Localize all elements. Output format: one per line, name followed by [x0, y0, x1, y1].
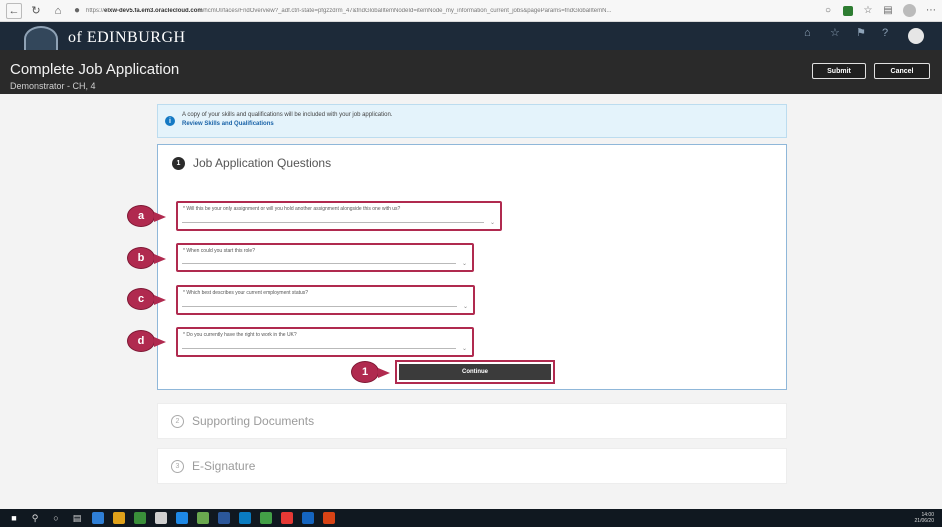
- review-skills-link[interactable]: Review Skills and Qualifications: [182, 121, 786, 127]
- field-label: * Which best describes your current empl…: [183, 290, 309, 296]
- powerpoint-app-icon[interactable]: [323, 512, 335, 524]
- section-title: Job Application Questions: [193, 156, 332, 170]
- field-underline: [182, 306, 457, 307]
- back-icon[interactable]: ←: [6, 2, 22, 19]
- chevron-down-icon[interactable]: ⌄: [462, 345, 467, 352]
- collections-icon[interactable]: ▤: [883, 5, 893, 16]
- page-subtitle: Demonstrator - CH, 4: [10, 81, 96, 91]
- e-signature-section[interactable]: 3 E-Signature: [157, 448, 787, 484]
- university-crest-icon: [24, 26, 58, 52]
- annotation-marker-1: 1: [351, 361, 390, 383]
- windows-start-icon[interactable]: ■: [8, 512, 20, 524]
- section-title: E-Signature: [192, 459, 256, 473]
- lock-icon: ●: [73, 4, 81, 16]
- field-underline: [182, 348, 456, 349]
- title-actions: Submit Cancel: [812, 63, 930, 79]
- app-header: of EDINBURGH ⌂ ☆ ⚑ ?: [0, 22, 942, 52]
- clock-date: 21/06/20: [914, 518, 934, 524]
- cancel-button[interactable]: Cancel: [874, 63, 930, 79]
- url-text: https://elxw-dev5.fa.em3.oraclecloud.com…: [86, 7, 612, 14]
- step-number: 3: [171, 459, 184, 473]
- home-nav-icon[interactable]: ⌂: [804, 28, 816, 40]
- field-underline: [182, 263, 456, 264]
- profile-icon[interactable]: [903, 4, 916, 17]
- annotation-marker-b: b: [127, 247, 166, 269]
- continue-highlight: Continue: [395, 360, 555, 384]
- field-underline: [182, 222, 484, 223]
- continue-button[interactable]: Continue: [399, 364, 551, 380]
- mail-app-icon[interactable]: [176, 512, 188, 524]
- info-message: A copy of your skills and qualifications…: [182, 112, 393, 118]
- more-icon[interactable]: ⋯: [926, 5, 936, 16]
- step-number: 2: [171, 414, 184, 428]
- employment-status-question-select[interactable]: * Which best describes your current empl…: [176, 285, 475, 315]
- right-to-work-question-select[interactable]: * Do you currently have the right to wor…: [176, 327, 474, 357]
- chevron-down-icon[interactable]: ⌄: [490, 219, 495, 226]
- acrobat-app-icon[interactable]: [281, 512, 293, 524]
- assignment-question-select[interactable]: * Will this be your only assignment or w…: [176, 201, 502, 231]
- section-title: Supporting Documents: [192, 414, 315, 428]
- annotation-marker-c: c: [127, 288, 166, 310]
- notifications-icon[interactable]: ⚑: [856, 28, 868, 40]
- search-icon[interactable]: ⚲: [29, 512, 41, 524]
- favorites-icon[interactable]: ☆: [830, 28, 842, 40]
- screen: ← ↻ ⌂ ● https://elxw-dev5.fa.em3.oraclec…: [0, 0, 942, 527]
- chevron-down-icon[interactable]: ⌄: [462, 260, 467, 267]
- page-title: Complete Job Application: [10, 61, 180, 78]
- brand-name: of EDINBURGH: [68, 29, 186, 46]
- page-title-bar: Complete Job Application Demonstrator - …: [0, 50, 942, 94]
- excel-app-icon[interactable]: [134, 512, 146, 524]
- section-header[interactable]: 1 Job Application Questions: [172, 156, 331, 170]
- teams-app-icon[interactable]: [197, 512, 209, 524]
- skype-app-icon[interactable]: [302, 512, 314, 524]
- task-view-icon[interactable]: ▤: [71, 512, 83, 524]
- home-icon[interactable]: ⌂: [50, 3, 66, 19]
- job-application-questions-section: 1 Job Application Questions * Will this …: [157, 144, 787, 390]
- cortana-icon[interactable]: ○: [50, 512, 62, 524]
- annotation-marker-a: a: [127, 205, 166, 227]
- user-avatar[interactable]: [908, 28, 924, 44]
- edge-app-icon[interactable]: [92, 512, 104, 524]
- outlook-app-icon[interactable]: [239, 512, 251, 524]
- windows-taskbar: ■ ⚲ ○ ▤ 14:00 21/06/20: [0, 509, 942, 527]
- taskbar-clock[interactable]: 14:00 21/06/20: [915, 512, 934, 524]
- refresh-icon[interactable]: ↻: [28, 3, 44, 19]
- word-app-icon[interactable]: [218, 512, 230, 524]
- field-label: * Do you currently have the right to wor…: [183, 332, 297, 338]
- step-number: 1: [172, 156, 185, 170]
- supporting-documents-section[interactable]: 2 Supporting Documents: [157, 403, 787, 439]
- address-bar[interactable]: ● https://elxw-dev5.fa.em3.oraclecloud.c…: [72, 4, 772, 18]
- info-banner: i A copy of your skills and qualificatio…: [157, 104, 787, 138]
- info-icon: i: [165, 116, 175, 126]
- help-icon[interactable]: ?: [882, 28, 894, 40]
- chrome-app-icon[interactable]: [113, 512, 125, 524]
- field-label: * When could you start this role?: [183, 248, 255, 254]
- annotation-marker-d: d: [127, 330, 166, 352]
- submit-button[interactable]: Submit: [812, 63, 866, 79]
- chevron-down-icon[interactable]: ⌄: [463, 303, 468, 310]
- store-app-icon[interactable]: [155, 512, 167, 524]
- browser-toolbar: ← ↻ ⌂ ● https://elxw-dev5.fa.em3.oraclec…: [0, 0, 942, 22]
- start-date-question-select[interactable]: * When could you start this role? ⌄: [176, 243, 474, 272]
- field-label: * Will this be your only assignment or w…: [183, 206, 401, 212]
- header-icons: ⌂ ☆ ⚑ ?: [804, 28, 924, 44]
- browser-icons: ○ ☆ ▤ ⋯: [823, 4, 936, 17]
- sheets-app-icon[interactable]: [260, 512, 272, 524]
- zoom-icon[interactable]: ○: [823, 5, 833, 16]
- extension-icon[interactable]: [843, 5, 853, 16]
- star-icon[interactable]: ☆: [863, 5, 873, 16]
